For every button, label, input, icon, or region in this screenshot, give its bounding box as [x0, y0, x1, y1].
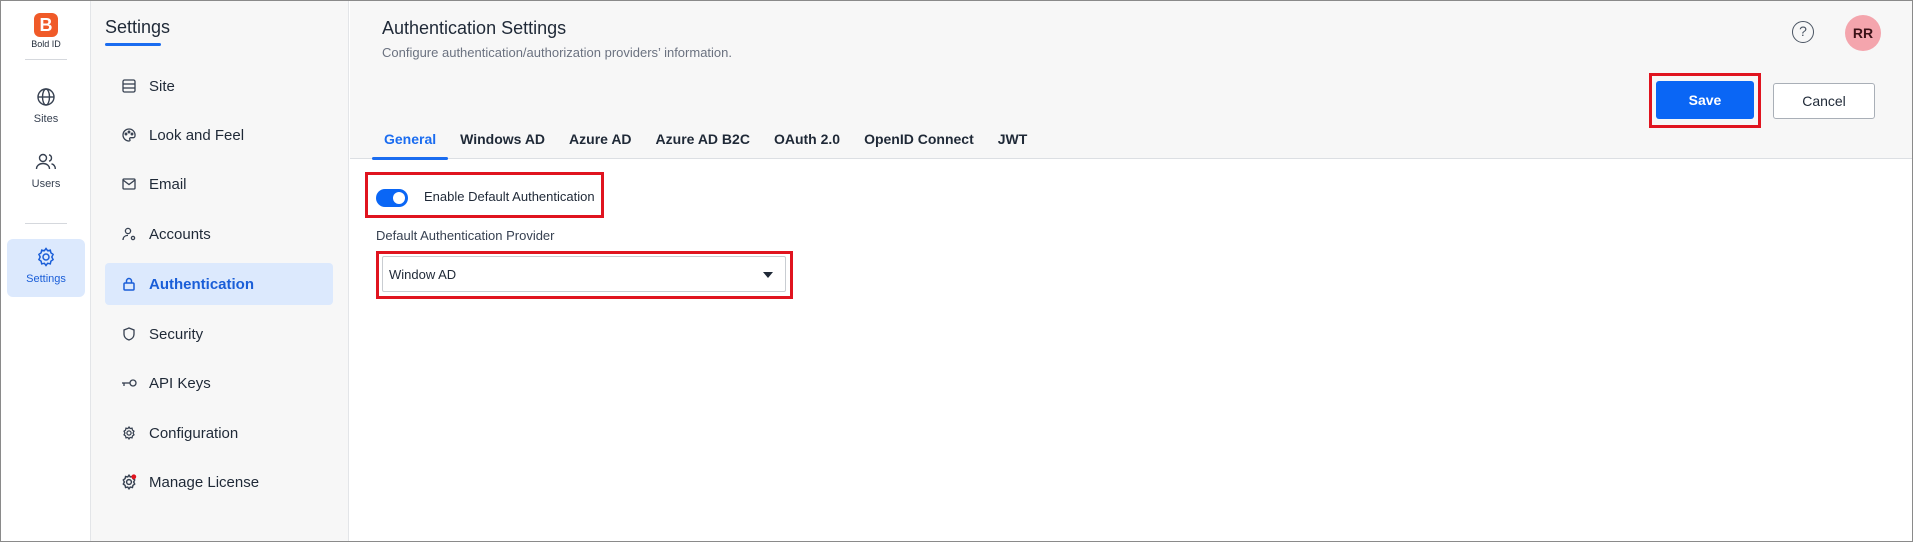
- nav-item-label: Configuration: [149, 424, 239, 442]
- rail-item-label: Users: [31, 178, 61, 190]
- palette-icon: [119, 128, 139, 142]
- rail-item-label: Settings: [26, 273, 66, 285]
- default-provider-value: Window AD: [389, 267, 457, 282]
- cancel-button[interactable]: Cancel: [1773, 83, 1875, 119]
- nav-item-email[interactable]: Email: [105, 163, 333, 205]
- nav-item-site[interactable]: Site: [105, 65, 333, 107]
- rail-divider: [25, 223, 67, 224]
- brand-name: Bold ID: [31, 39, 61, 49]
- settings-nav: Settings Site Look and Feel Email Accoun…: [91, 1, 349, 541]
- save-button[interactable]: Save: [1656, 81, 1754, 119]
- page-title: Authentication Settings: [382, 18, 567, 38]
- rail-item-label: Sites: [33, 113, 59, 125]
- tab-azure-ad[interactable]: Azure AD: [557, 121, 644, 159]
- nav-item-authentication[interactable]: Authentication: [105, 263, 333, 305]
- settings-tabs: General Windows AD Azure AD Azure AD B2C…: [372, 121, 1040, 160]
- tab-oauth-2[interactable]: OAuth 2.0: [762, 121, 852, 159]
- globe-icon: [37, 88, 55, 106]
- rail-item-settings[interactable]: Settings: [7, 239, 85, 297]
- nav-item-label: Look and Feel: [149, 126, 245, 144]
- bold-id-logo-icon: B: [34, 13, 58, 37]
- license-gear-icon: [119, 474, 139, 490]
- site-icon: [119, 79, 139, 93]
- key-icon: [119, 378, 139, 388]
- settings-nav-title-underline: [105, 43, 161, 46]
- rail-divider: [25, 59, 67, 60]
- app-rail: B Bold ID Sites Users Settings: [1, 1, 91, 541]
- nav-item-api-keys[interactable]: API Keys: [105, 362, 333, 404]
- brand-logo[interactable]: B Bold ID: [31, 13, 61, 49]
- avatar[interactable]: RR: [1845, 15, 1881, 51]
- nav-item-security[interactable]: Security: [105, 313, 333, 355]
- nav-item-label: Site: [149, 77, 175, 95]
- page-subtitle: Configure authentication/authorization p…: [382, 45, 732, 60]
- tab-azure-ad-b2c[interactable]: Azure AD B2C: [644, 121, 762, 159]
- nav-item-manage-license[interactable]: Manage License: [105, 461, 333, 503]
- nav-item-label: Email: [149, 175, 187, 193]
- nav-item-configuration[interactable]: Configuration: [105, 412, 333, 454]
- tab-openid-connect[interactable]: OpenID Connect: [852, 121, 986, 159]
- settings-nav-title: Settings: [105, 17, 171, 37]
- rail-item-users[interactable]: Users: [7, 144, 85, 202]
- caret-down-icon: [763, 272, 773, 278]
- help-icon[interactable]: ?: [1792, 21, 1814, 43]
- nav-item-label: Security: [149, 325, 204, 343]
- tab-windows-ad[interactable]: Windows AD: [448, 121, 557, 159]
- page-header: Authentication Settings Configure authen…: [350, 1, 1912, 160]
- enable-default-auth-label: Enable Default Authentication: [424, 189, 595, 204]
- nav-item-look-and-feel[interactable]: Look and Feel: [105, 114, 333, 156]
- shield-icon: [119, 327, 139, 341]
- gear-icon: [119, 426, 139, 440]
- nav-item-accounts[interactable]: Accounts: [105, 213, 333, 255]
- default-provider-select[interactable]: Window AD: [382, 256, 786, 292]
- lock-icon: [119, 277, 139, 291]
- nav-item-label: Authentication: [149, 275, 254, 293]
- gear-icon: [37, 247, 55, 267]
- toggle-knob: [393, 192, 405, 204]
- default-provider-label: Default Authentication Provider: [376, 228, 555, 243]
- nav-item-label: Manage License: [149, 473, 260, 491]
- nav-item-label: API Keys: [149, 374, 211, 392]
- nav-item-label: Accounts: [149, 225, 211, 243]
- tab-jwt[interactable]: JWT: [986, 121, 1040, 159]
- mail-icon: [119, 178, 139, 190]
- users-icon: [35, 153, 56, 170]
- enable-default-auth-toggle[interactable]: [376, 189, 408, 207]
- main-content: Authentication Settings Configure authen…: [350, 1, 1912, 541]
- rail-item-sites[interactable]: Sites: [7, 79, 85, 137]
- account-icon: [119, 227, 139, 241]
- tab-general[interactable]: General: [372, 121, 449, 160]
